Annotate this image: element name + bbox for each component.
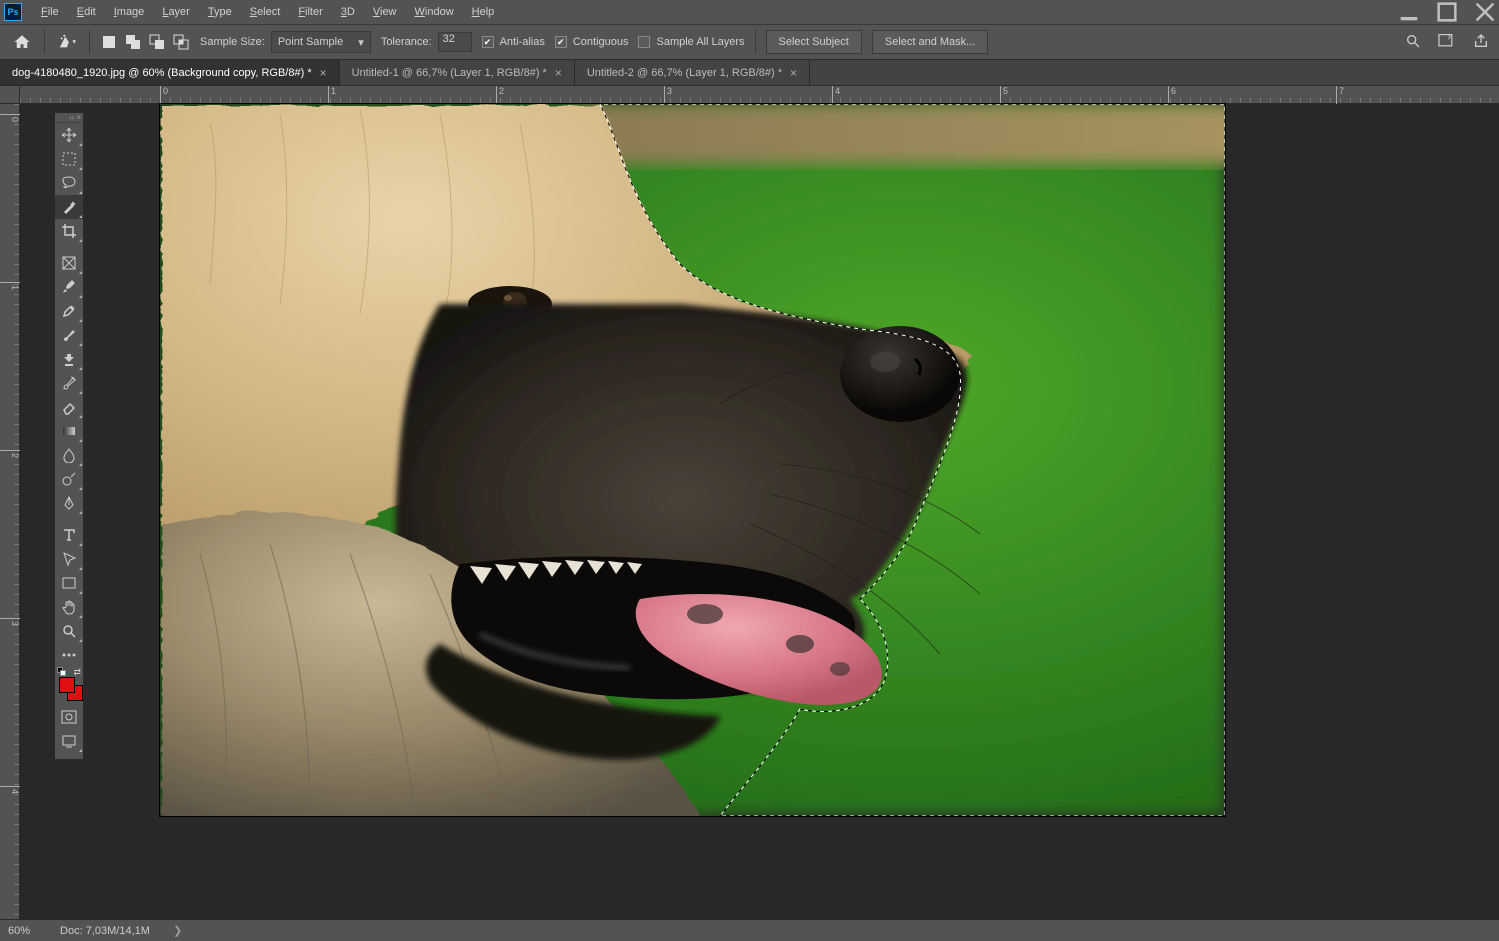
tool-dodge[interactable]: [55, 467, 83, 491]
workspace-switcher-icon[interactable]: [1437, 33, 1457, 52]
menu-file[interactable]: File: [32, 2, 68, 22]
tab-close-icon[interactable]: ×: [790, 66, 797, 80]
menu-bar: Ps FileEditImageLayerTypeSelectFilter3DV…: [0, 0, 1499, 24]
canvas[interactable]: [160, 104, 1225, 816]
menu-help[interactable]: Help: [463, 2, 504, 22]
tool-path-select[interactable]: [55, 547, 83, 571]
tool-eyedropper[interactable]: [55, 275, 83, 299]
menu-3d[interactable]: 3D: [332, 2, 364, 22]
tolerance-input[interactable]: 32: [438, 32, 472, 52]
ruler-horizontal[interactable]: 01234567: [20, 86, 1499, 104]
select-subject-button[interactable]: Select Subject: [766, 30, 862, 54]
tools-panel[interactable]: ››× ⇄: [54, 112, 84, 760]
document-tab[interactable]: dog-4180480_1920.jpg @ 60% (Background c…: [0, 60, 340, 85]
tool-zoom[interactable]: [55, 619, 83, 643]
tool-magic-wand[interactable]: [55, 195, 83, 219]
ruler-origin[interactable]: [0, 86, 20, 104]
add-selection-icon[interactable]: [124, 33, 142, 51]
contiguous-checkbox[interactable]: Contiguous: [555, 36, 629, 48]
tool-rectangle[interactable]: [55, 571, 83, 595]
sample-all-checkbox[interactable]: Sample All Layers: [638, 36, 744, 48]
ruler-vertical[interactable]: 01234: [0, 104, 20, 919]
new-selection-icon[interactable]: [100, 33, 118, 51]
tool-clone[interactable]: [55, 347, 83, 371]
tool-blur[interactable]: [55, 443, 83, 467]
menu-view[interactable]: View: [364, 2, 406, 22]
default-colors-icon[interactable]: [57, 667, 67, 677]
color-swatches[interactable]: ⇄: [55, 667, 83, 697]
tool-gradient[interactable]: [55, 419, 83, 443]
tool-preset-picker[interactable]: [55, 30, 79, 54]
sample-size-label: Sample Size:: [200, 36, 265, 48]
foreground-color[interactable]: [59, 677, 75, 693]
tool-hand[interactable]: [55, 595, 83, 619]
tool-brush[interactable]: [55, 323, 83, 347]
menu-select[interactable]: Select: [241, 2, 290, 22]
quick-mask-icon[interactable]: [55, 705, 83, 729]
tab-close-icon[interactable]: ×: [320, 66, 327, 80]
intersect-selection-icon[interactable]: [172, 33, 190, 51]
share-icon[interactable]: [1473, 33, 1489, 52]
selection-mode-icons[interactable]: [100, 33, 190, 51]
minimize-button[interactable]: [1399, 4, 1419, 20]
tool-crop[interactable]: [55, 219, 83, 243]
options-bar: Sample Size: Point Sample▾ Tolerance: 32…: [0, 24, 1499, 60]
anti-alias-checkbox[interactable]: Anti-alias: [482, 36, 545, 48]
menu-layer[interactable]: Layer: [153, 2, 199, 22]
close-button[interactable]: [1475, 4, 1495, 20]
menu-window[interactable]: Window: [406, 2, 463, 22]
maximize-button[interactable]: [1437, 4, 1457, 20]
menu-type[interactable]: Type: [199, 2, 241, 22]
tool-pen[interactable]: [55, 491, 83, 515]
document-tab-bar: dog-4180480_1920.jpg @ 60% (Background c…: [0, 60, 1499, 86]
tool-marquee[interactable]: [55, 147, 83, 171]
search-icon[interactable]: [1405, 33, 1421, 52]
work-area: 01234567 01234: [0, 86, 1499, 919]
tab-close-icon[interactable]: ×: [555, 66, 562, 80]
tool-frame[interactable]: [55, 251, 83, 275]
tool-healing[interactable]: [55, 299, 83, 323]
tool-eraser[interactable]: [55, 395, 83, 419]
sample-size-select[interactable]: Point Sample▾: [271, 31, 371, 53]
tool-move[interactable]: [55, 123, 83, 147]
tool-type[interactable]: [55, 523, 83, 547]
app-icon: Ps: [4, 3, 22, 21]
home-icon[interactable]: [10, 30, 34, 54]
menu-edit[interactable]: Edit: [68, 2, 105, 22]
menu-image[interactable]: Image: [105, 2, 154, 22]
screen-mode-icon[interactable]: [55, 729, 83, 753]
select-and-mask-button[interactable]: Select and Mask...: [872, 30, 989, 54]
document-tab[interactable]: Untitled-2 @ 66,7% (Layer 1, RGB/8#) *×: [575, 60, 810, 85]
tool-history-brush[interactable]: [55, 371, 83, 395]
zoom-level[interactable]: 60%: [8, 925, 30, 937]
document-tab[interactable]: Untitled-1 @ 66,7% (Layer 1, RGB/8#) *×: [340, 60, 575, 85]
edit-toolbar-icon[interactable]: [55, 643, 83, 667]
doc-size[interactable]: Doc: 7,03M/14,1M: [60, 925, 150, 937]
status-bar: 60% Doc: 7,03M/14,1M ❯: [0, 919, 1499, 941]
status-menu-chevron-icon[interactable]: ❯: [158, 925, 183, 937]
subtract-selection-icon[interactable]: [148, 33, 166, 51]
tolerance-label: Tolerance:: [381, 36, 432, 48]
menu-filter[interactable]: Filter: [289, 2, 331, 22]
tool-lasso[interactable]: [55, 171, 83, 195]
